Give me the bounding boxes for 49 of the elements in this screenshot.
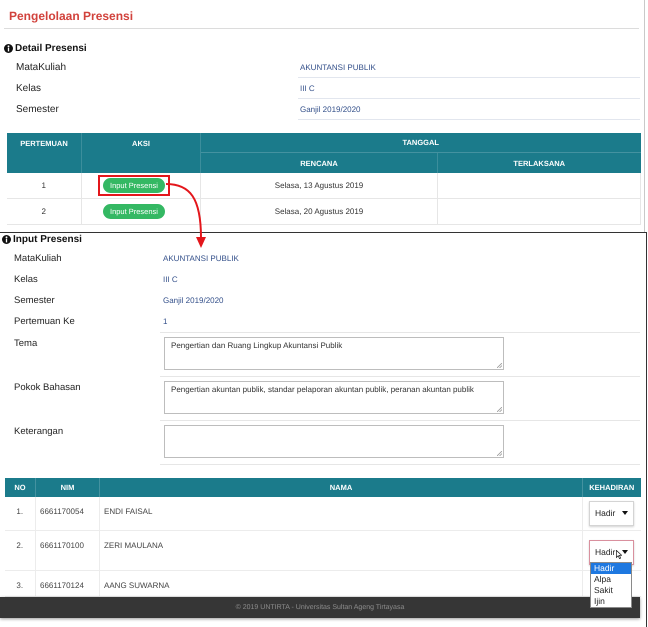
field-value: AKUNTANSI PUBLIK bbox=[163, 254, 239, 263]
caret-icon bbox=[622, 550, 628, 554]
text-area[interactable]: Pengertian dan Ruang Lingkup Akuntansi Publik bbox=[164, 337, 504, 370]
select-field[interactable]: Hadir bbox=[589, 500, 634, 526]
field-value: 1 bbox=[163, 317, 168, 326]
table-cell: ENDI FAISAL bbox=[100, 497, 582, 530]
section-heading: Input Presensi bbox=[13, 234, 82, 244]
resize-grip-icon bbox=[497, 407, 502, 412]
table-cell: 1 bbox=[6, 173, 82, 198]
resize-grip-icon bbox=[497, 451, 502, 456]
dropdown-option[interactable]: Alpa bbox=[591, 574, 631, 584]
text-area[interactable]: Pengertian akuntan publik, standar pelaporan akuntan publik, peranan akuntan publik bbox=[164, 381, 504, 414]
table-cell: 2. bbox=[4, 530, 36, 570]
field-label: Keterangan bbox=[14, 426, 64, 437]
table-cell: 6661170100 bbox=[36, 530, 100, 570]
table-cell: 1. bbox=[4, 497, 36, 530]
text-area[interactable] bbox=[164, 425, 504, 458]
table-cell: 6661170124 bbox=[36, 570, 100, 596]
table-cell: AANG SUWARNA bbox=[100, 570, 582, 596]
table-cell: Selasa, 13 Agustus 2019 bbox=[200, 173, 438, 198]
table-cell: Selasa, 20 Agustus 2019 bbox=[200, 198, 438, 224]
field-value: III C bbox=[163, 275, 178, 284]
field-value: AKUNTANSI PUBLIK bbox=[298, 57, 640, 78]
field-label: Pertemuan Ke bbox=[14, 316, 75, 327]
mouse-pointer-icon bbox=[616, 550, 622, 558]
table-cell: 3. bbox=[4, 570, 36, 596]
field-label: MataKuliah bbox=[16, 62, 66, 73]
field-value: III C bbox=[298, 78, 640, 99]
dropdown-option[interactable]: Hadir bbox=[591, 562, 631, 574]
page-title: Pengelolaan Presensi bbox=[9, 9, 134, 23]
table-cell: ZERI MAULANA bbox=[100, 530, 582, 570]
info-icon bbox=[4, 44, 13, 52]
field-label: MataKuliah bbox=[14, 253, 62, 264]
table-cell: 2 bbox=[6, 198, 82, 224]
dropdown-option[interactable]: Sakit bbox=[591, 584, 631, 596]
caret-icon bbox=[622, 511, 628, 516]
dropdown-option[interactable]: Ijin bbox=[591, 596, 631, 606]
field-value: Ganjil 2019/2020 bbox=[163, 296, 224, 305]
field-label: Tema bbox=[14, 338, 38, 349]
field-label: Kelas bbox=[14, 274, 38, 285]
select-field[interactable]: Hadir bbox=[589, 540, 634, 564]
field-label: Semester bbox=[16, 104, 59, 115]
field-label: Pokok Bahasan bbox=[14, 382, 81, 393]
field-label: Kelas bbox=[16, 83, 42, 94]
resize-grip-icon bbox=[497, 363, 502, 368]
section-heading: Detail Presensi bbox=[15, 42, 87, 54]
table-cell: 6661170054 bbox=[36, 497, 100, 530]
field-label: Semester bbox=[14, 295, 55, 306]
field-value: Ganjil 2019/2020 bbox=[298, 99, 640, 120]
